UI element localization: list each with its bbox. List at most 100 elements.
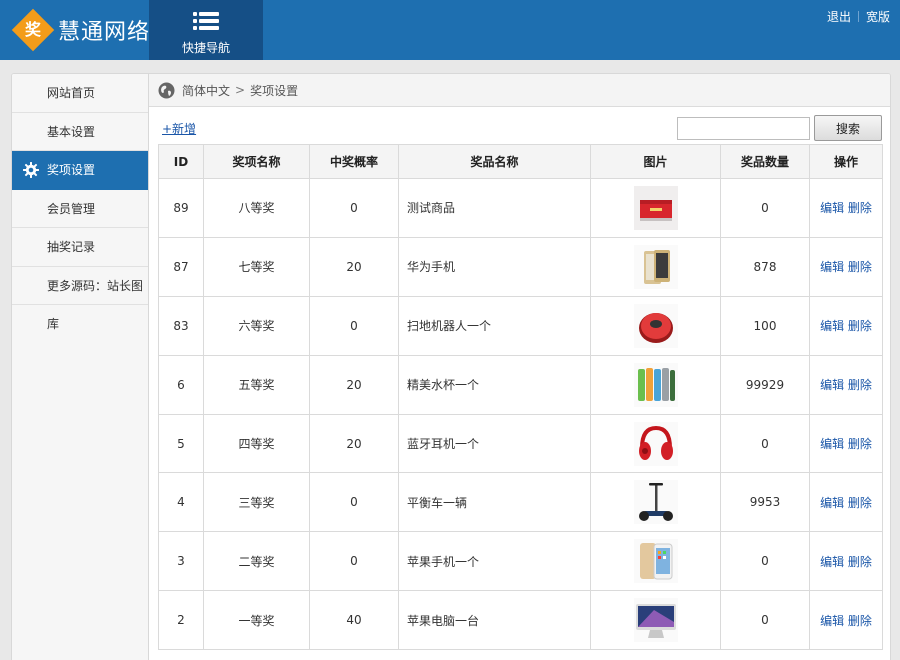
delete-link[interactable]: 删除 bbox=[848, 260, 872, 274]
sidebar-item-prize-settings[interactable]: 奖项设置 bbox=[12, 151, 148, 190]
column-header-level: 奖项名称 bbox=[203, 144, 310, 179]
edit-link[interactable]: 编辑 bbox=[820, 437, 844, 451]
table-row: 6 五等奖 20 精美水杯一个 99929 编辑 删除 bbox=[158, 354, 883, 415]
sidebar-item-label: 抽奖记录 bbox=[47, 240, 96, 254]
cell-id: 83 bbox=[158, 295, 204, 356]
column-header-image: 图片 bbox=[590, 144, 721, 179]
top-header: 奖 慧通网络 快捷导航 退出 宽版 bbox=[0, 0, 900, 60]
logo-badge-char: 奖 bbox=[24, 20, 41, 39]
delete-link[interactable]: 删除 bbox=[848, 614, 872, 628]
search-button[interactable]: 搜索 bbox=[814, 115, 882, 141]
edit-link[interactable]: 编辑 bbox=[820, 201, 844, 215]
main-panel: 网站首页 基本设置 奖项设置 会员管理 抽奖记录 更多源码：站长图库 简体中文 … bbox=[11, 73, 891, 660]
cell-image bbox=[590, 590, 721, 651]
sidebar-item-more-source[interactable]: 更多源码：站长图库 bbox=[12, 267, 148, 331]
sidebar-item-label: 会员管理 bbox=[47, 201, 96, 216]
edit-link[interactable]: 编辑 bbox=[820, 614, 844, 628]
delete-link[interactable]: 删除 bbox=[848, 437, 872, 451]
column-header-quantity: 奖品数量 bbox=[720, 144, 810, 179]
cell-image bbox=[590, 295, 721, 356]
cell-quantity: 878 bbox=[720, 236, 810, 297]
breadcrumb-root[interactable]: 简体中文 bbox=[182, 82, 230, 99]
prize-table: ID 奖项名称 中奖概率 奖品名称 图片 奖品数量 操作 89 八等奖 0 测试… bbox=[158, 144, 883, 651]
cell-id: 3 bbox=[158, 531, 204, 592]
cell-prize-name: 蓝牙耳机一个 bbox=[398, 413, 591, 474]
cell-actions: 编辑 删除 bbox=[809, 531, 883, 592]
cell-prize-name: 测试商品 bbox=[398, 178, 591, 238]
sidebar-item-label: 奖项设置 bbox=[47, 163, 96, 177]
cell-id: 2 bbox=[158, 590, 204, 651]
cell-level: 六等奖 bbox=[203, 295, 310, 356]
cell-probability: 0 bbox=[309, 178, 399, 238]
edit-link[interactable]: 编辑 bbox=[820, 260, 844, 274]
cell-image bbox=[590, 531, 721, 592]
brand-name: 慧通网络 bbox=[58, 20, 151, 45]
cell-quantity: 0 bbox=[720, 531, 810, 592]
site-logo[interactable]: 奖 慧通网络 bbox=[11, 8, 151, 52]
imac-desktop-image bbox=[633, 598, 678, 643]
quick-nav-button[interactable]: 快捷导航 bbox=[149, 0, 263, 60]
cell-level: 二等奖 bbox=[203, 531, 310, 592]
cell-quantity: 9953 bbox=[720, 472, 810, 533]
sidebar-item-basic-settings[interactable]: 基本设置 bbox=[12, 113, 148, 151]
cell-prize-name: 平衡车一辆 bbox=[398, 472, 591, 533]
cell-actions: 编辑 删除 bbox=[809, 178, 883, 238]
quick-nav-label: 快捷导航 bbox=[181, 41, 230, 55]
cell-prize-name: 扫地机器人一个 bbox=[398, 295, 591, 356]
search-input[interactable] bbox=[677, 117, 810, 140]
cell-quantity: 0 bbox=[720, 413, 810, 474]
column-header-probability: 中奖概率 bbox=[309, 144, 399, 179]
edit-link[interactable]: 编辑 bbox=[820, 319, 844, 333]
delete-link[interactable]: 删除 bbox=[848, 378, 872, 392]
wide-mode-link[interactable]: 宽版 bbox=[866, 8, 890, 25]
cell-quantity: 100 bbox=[720, 295, 810, 356]
edit-link[interactable]: 编辑 bbox=[820, 555, 844, 569]
sidebar-item-members[interactable]: 会员管理 bbox=[12, 190, 148, 228]
cell-image bbox=[590, 178, 721, 238]
cell-probability: 0 bbox=[309, 531, 399, 592]
cell-level: 四等奖 bbox=[203, 413, 310, 474]
breadcrumb: 简体中文 > 奖项设置 bbox=[149, 74, 890, 107]
cell-probability: 40 bbox=[309, 590, 399, 651]
breadcrumb-separator: > bbox=[235, 83, 246, 97]
top-links-divider bbox=[857, 11, 859, 22]
balance-scooter-image bbox=[633, 480, 678, 525]
table-row: 87 七等奖 20 华为手机 878 编辑 删除 bbox=[158, 236, 883, 297]
cell-image bbox=[590, 472, 721, 533]
robot-vacuum-image bbox=[633, 303, 678, 348]
sidebar: 网站首页 基本设置 奖项设置 会员管理 抽奖记录 更多源码：站长图库 bbox=[12, 74, 149, 660]
top-links: 退出 宽版 bbox=[827, 8, 890, 25]
red-headphones-image bbox=[633, 421, 678, 466]
cell-actions: 编辑 删除 bbox=[809, 590, 883, 651]
cell-probability: 20 bbox=[309, 413, 399, 474]
cell-id: 5 bbox=[158, 413, 204, 474]
delete-link[interactable]: 删除 bbox=[848, 201, 872, 215]
sidebar-item-home[interactable]: 网站首页 bbox=[12, 74, 148, 113]
table-header-row: ID 奖项名称 中奖概率 奖品名称 图片 奖品数量 操作 bbox=[158, 144, 883, 179]
content-area: 简体中文 > 奖项设置 +新增 搜索 ID 奖项名称 中奖概率 奖品名称 图片 … bbox=[149, 74, 890, 660]
cell-actions: 编辑 删除 bbox=[809, 472, 883, 533]
cell-image bbox=[590, 236, 721, 297]
sidebar-item-label: 基本设置 bbox=[47, 124, 96, 139]
delete-link[interactable]: 删除 bbox=[848, 555, 872, 569]
cell-probability: 0 bbox=[309, 472, 399, 533]
cell-id: 6 bbox=[158, 354, 204, 415]
globe-icon bbox=[158, 82, 175, 98]
edit-link[interactable]: 编辑 bbox=[820, 378, 844, 392]
table-row: 89 八等奖 0 测试商品 0 编辑 删除 bbox=[158, 178, 883, 238]
delete-link[interactable]: 删除 bbox=[848, 319, 872, 333]
gold-smartphone-image bbox=[633, 244, 678, 289]
delete-link[interactable]: 删除 bbox=[848, 496, 872, 510]
cell-actions: 编辑 删除 bbox=[809, 236, 883, 297]
cell-probability: 0 bbox=[309, 295, 399, 356]
cell-actions: 编辑 删除 bbox=[809, 295, 883, 356]
table-row: 5 四等奖 20 蓝牙耳机一个 0 编辑 删除 bbox=[158, 413, 883, 474]
add-new-link[interactable]: +新增 bbox=[162, 120, 196, 137]
logout-link[interactable]: 退出 bbox=[827, 8, 851, 25]
cell-probability: 20 bbox=[309, 354, 399, 415]
edit-link[interactable]: 编辑 bbox=[820, 496, 844, 510]
sidebar-item-draw-records[interactable]: 抽奖记录 bbox=[12, 228, 148, 267]
logo-badge-icon: 奖 bbox=[11, 8, 55, 52]
cell-prize-name: 精美水杯一个 bbox=[398, 354, 591, 415]
cell-level: 八等奖 bbox=[203, 178, 310, 238]
